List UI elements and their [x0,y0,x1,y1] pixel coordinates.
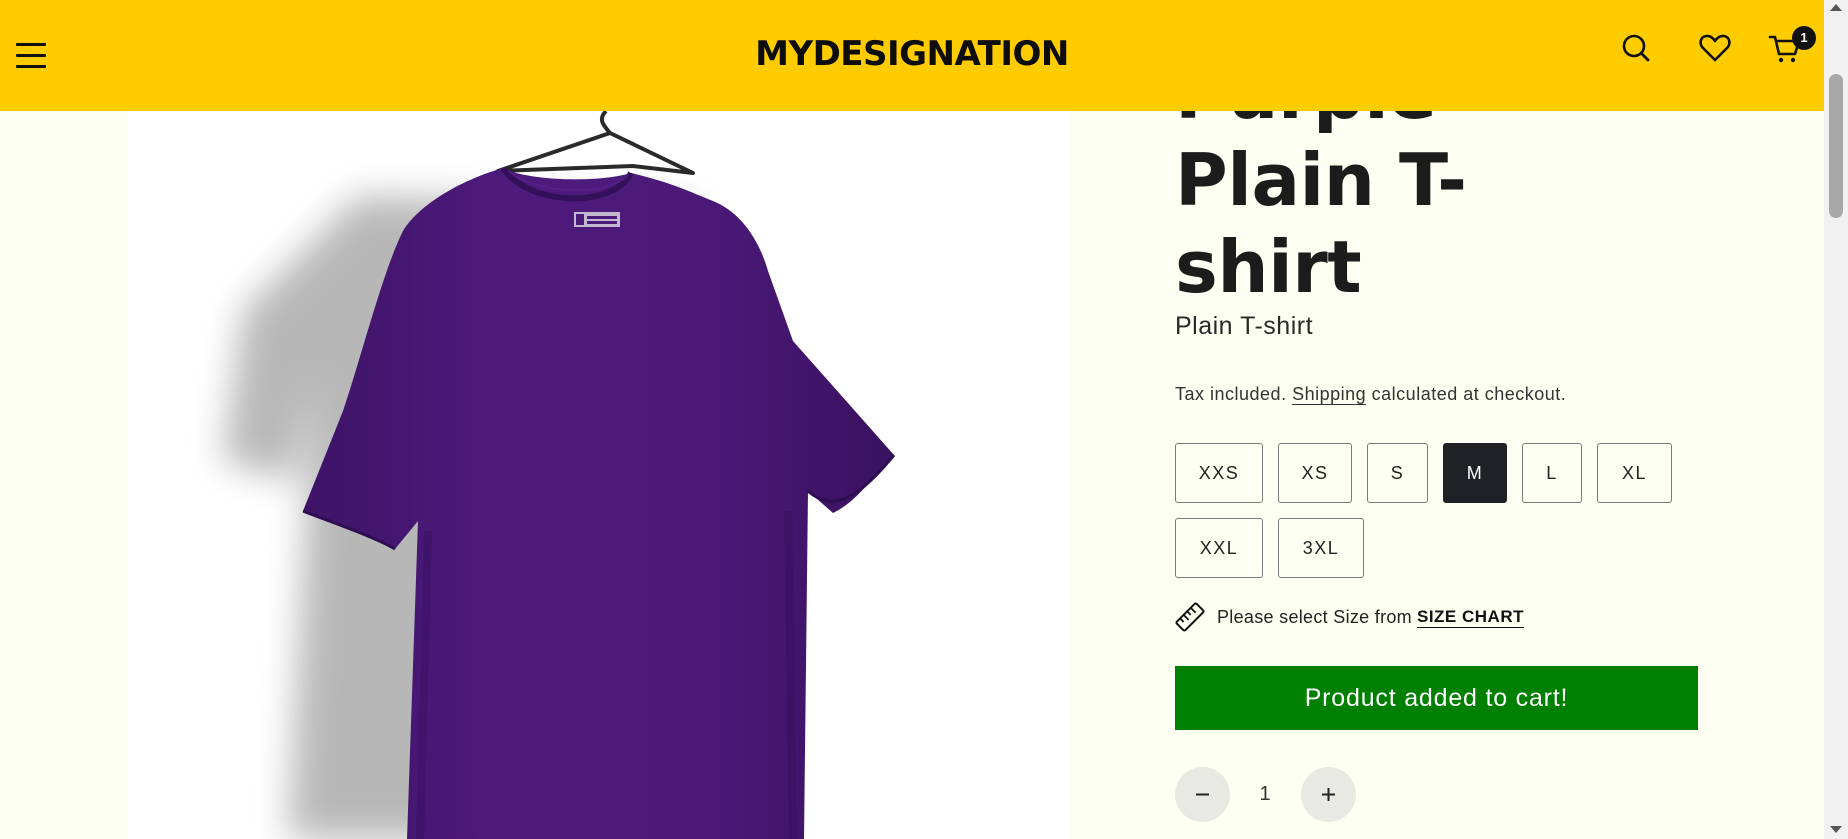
plus-icon [1322,788,1335,801]
cart-count-badge: 1 [1792,26,1816,50]
checkout-text: calculated at checkout. [1371,384,1567,404]
site-header: MYDESIGNATION [0,0,1824,111]
size-option-l[interactable]: L [1522,443,1582,503]
product-image[interactable] [128,111,1070,839]
scroll-up-arrow-icon[interactable] [1830,4,1842,11]
size-option-3xl[interactable]: 3XL [1278,518,1364,578]
tax-shipping-note: Tax included. Shipping calculated at che… [1175,384,1566,405]
size-option-xxl[interactable]: XXL [1175,518,1263,578]
size-chart-link[interactable]: SIZE CHART [1416,607,1524,628]
tax-text: Tax included. [1175,384,1287,404]
size-option-s[interactable]: S [1367,443,1428,503]
quantity-increase-button[interactable] [1301,767,1356,822]
site-logo[interactable]: MYDESIGNATION [0,34,1824,74]
size-option-m[interactable]: M [1443,443,1507,503]
page-scrollbar[interactable] [1824,0,1848,839]
product-subtitle: Plain T-shirt [1175,312,1314,340]
search-icon[interactable] [1618,30,1654,66]
add-to-cart-button[interactable]: Product added to cart! [1175,666,1698,730]
heart-icon[interactable] [1697,30,1733,66]
size-chart-row: Please select Size from SIZE CHART [1175,602,1524,632]
size-option-xl[interactable]: XL [1597,443,1672,503]
size-option-xs[interactable]: XS [1278,443,1352,503]
scroll-down-arrow-icon[interactable] [1830,826,1842,833]
size-option-xxs[interactable]: XXS [1175,443,1263,503]
product-title-line-2: Plain T- [1175,138,1467,222]
ruler-icon [1175,602,1205,632]
size-chart-prompt: Please select Size from [1217,606,1412,627]
minus-icon [1196,793,1209,796]
scroll-thumb[interactable] [1829,74,1843,218]
quantity-input[interactable]: 1 [1230,767,1300,822]
shipping-link[interactable]: Shipping [1292,384,1367,405]
product-title-line-3: shirt [1175,225,1362,309]
quantity-decrease-button[interactable] [1175,767,1230,822]
